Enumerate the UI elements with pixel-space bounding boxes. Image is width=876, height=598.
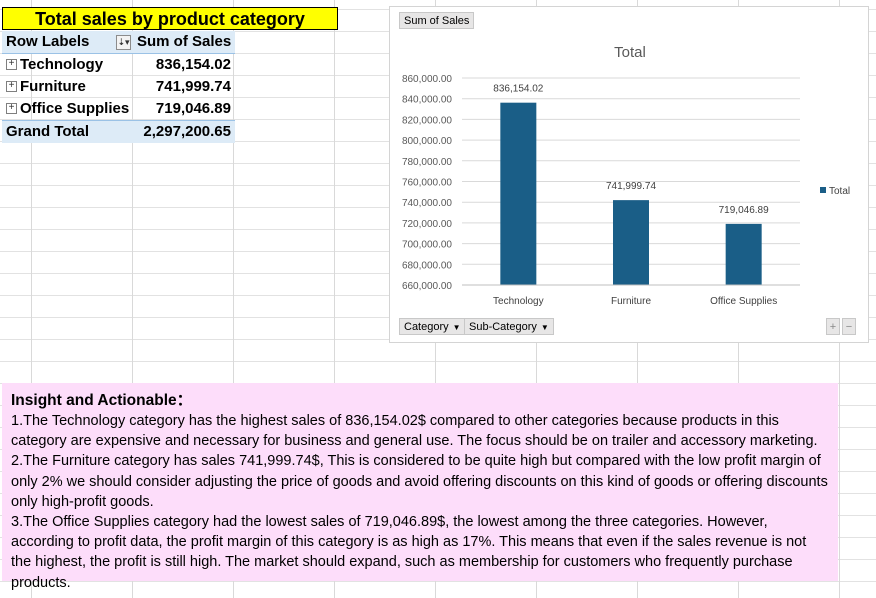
expand-icon[interactable]: + bbox=[6, 80, 17, 92]
y-tick-label: 840,000.00 bbox=[402, 95, 452, 106]
dropdown-arrow-icon: ▼ bbox=[452, 323, 461, 332]
x-tick-label: Furniture bbox=[611, 296, 651, 307]
grand-total-value: 2,297,200.65 bbox=[143, 123, 231, 140]
y-tick-label: 860,000.00 bbox=[402, 74, 452, 85]
grand-total-row[interactable]: Grand Total 2,297,200.65 bbox=[2, 120, 235, 143]
subcategory-field-button[interactable]: Sub-Category ▼ bbox=[464, 318, 554, 335]
data-label: 719,046.89 bbox=[719, 205, 769, 216]
expand-field-button[interactable]: + bbox=[826, 318, 840, 335]
pivot-row[interactable]: + Office Supplies 719,046.89 bbox=[2, 98, 235, 120]
y-tick-label: 780,000.00 bbox=[402, 157, 452, 168]
dropdown-arrow-icon: ▼ bbox=[540, 323, 549, 332]
data-label: 836,154.02 bbox=[493, 84, 543, 95]
pivot-row-value: 719,046.89 bbox=[155, 100, 231, 117]
bar bbox=[613, 200, 649, 285]
y-tick-label: 820,000.00 bbox=[402, 115, 452, 126]
chart-title: Total bbox=[614, 44, 646, 61]
y-tick-label: 800,000.00 bbox=[402, 136, 452, 147]
x-tick-label: Technology bbox=[493, 296, 544, 307]
pivot-row[interactable]: + Furniture 741,999.74 bbox=[2, 76, 235, 98]
y-tick-label: 680,000.00 bbox=[402, 260, 452, 271]
filter-sort-button[interactable]: ⇣▾ bbox=[116, 35, 131, 50]
pivot-row-label: Furniture bbox=[20, 78, 86, 95]
insight-paragraph: 3.The Office Supplies category had the l… bbox=[11, 514, 807, 591]
bar bbox=[725, 223, 762, 285]
data-label: 741,999.74 bbox=[606, 181, 656, 192]
pivot-chart[interactable]: Sum of Sales Total 660,000.00 680,000.00 70… bbox=[389, 6, 869, 343]
y-tick-label: 760,000.00 bbox=[402, 178, 452, 189]
pivot-header-row: Row Labels ⇣▾ Sum of Sales bbox=[2, 31, 235, 54]
sheet-title-cell[interactable]: Total sales by product category bbox=[2, 7, 338, 30]
grand-total-label: Grand Total bbox=[6, 123, 90, 140]
legend-label: Total bbox=[829, 186, 850, 197]
insight-textbox[interactable]: Insight and Actionable： 1.The Technology… bbox=[2, 383, 838, 591]
pivot-row[interactable]: + Technology 836,154.02 bbox=[2, 54, 235, 76]
pivot-table: Row Labels ⇣▾ Sum of Sales + Technology 8… bbox=[2, 31, 235, 143]
insight-paragraph: 2.The Furniture category has sales 741,9… bbox=[11, 453, 828, 510]
insight-paragraph: 1.The Technology category has the highes… bbox=[11, 413, 818, 450]
y-tick-label: 700,000.00 bbox=[402, 240, 452, 251]
legend-swatch bbox=[820, 187, 826, 193]
pivot-row-value: 836,154.02 bbox=[155, 56, 231, 73]
y-tick-label: 660,000.00 bbox=[402, 281, 452, 292]
pivot-row-value: 741,999.74 bbox=[155, 78, 231, 95]
pivot-row-label: Office Supplies bbox=[20, 100, 130, 117]
subcategory-field-label: Sub-Category bbox=[469, 321, 537, 333]
y-tick-label: 720,000.00 bbox=[402, 219, 452, 230]
pivot-row-label: Technology bbox=[20, 56, 104, 73]
x-tick-label: Office Supplies bbox=[710, 296, 777, 307]
expand-icon[interactable]: + bbox=[6, 58, 17, 70]
expand-icon[interactable]: + bbox=[6, 102, 17, 114]
row-labels-header-text: Row Labels bbox=[6, 33, 90, 50]
category-field-label: Category bbox=[404, 321, 449, 333]
row-labels-header[interactable]: Row Labels ⇣▾ bbox=[2, 31, 133, 53]
chart-canvas: Total 660,000.00 680,000.00 700,000.00 720,0… bbox=[402, 44, 850, 307]
collapse-field-button[interactable]: − bbox=[842, 318, 856, 335]
y-tick-label: 740,000.00 bbox=[402, 198, 452, 209]
sum-of-sales-header[interactable]: Sum of Sales bbox=[133, 31, 235, 53]
category-field-button[interactable]: Category ▼ bbox=[399, 318, 466, 335]
insight-heading: Insight and Actionable： bbox=[11, 392, 193, 409]
bar bbox=[500, 102, 537, 285]
